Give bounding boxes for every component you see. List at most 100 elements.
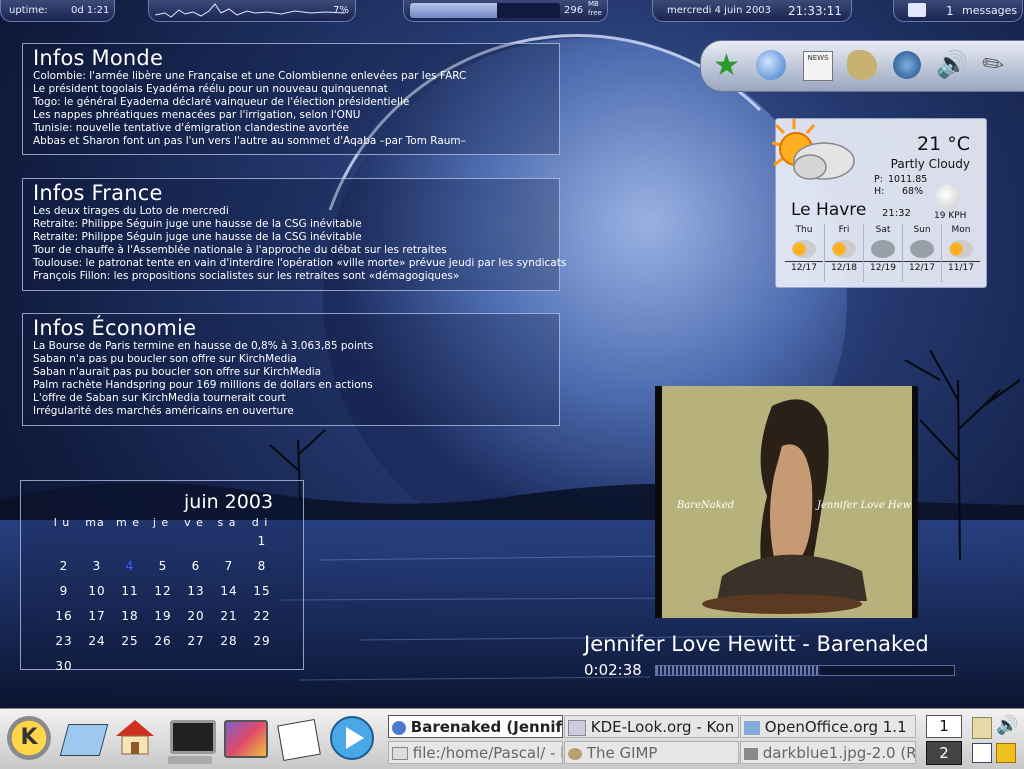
image-icon	[744, 747, 758, 760]
forecast-day: Sat 12/19	[863, 224, 902, 282]
gimp-icon[interactable]	[847, 50, 877, 80]
rain-cloud-icon	[910, 240, 934, 258]
calendar-tray-icon[interactable]	[972, 743, 992, 763]
calendar-day[interactable]: 27	[181, 634, 211, 648]
news-headline[interactable]: Retraite: Philippe Séguin juge une hauss…	[33, 231, 549, 244]
forecast-temps: 12/17	[903, 261, 941, 275]
speaker-icon[interactable]: 🔊	[936, 50, 968, 80]
star-app-icon[interactable]: ★	[713, 49, 740, 83]
calendar-title[interactable]: juin 2003	[184, 491, 273, 513]
calendar-day[interactable]: 22	[247, 609, 277, 623]
forecast-day: Mon 11/17	[941, 224, 980, 282]
cpu-monitor: 7%	[148, 0, 356, 22]
news-headline[interactable]: Les deux tirages du Loto de mercredi	[33, 205, 549, 218]
notification-icon[interactable]	[996, 743, 1016, 763]
task-label: file:/home/Pascal/ - k	[412, 744, 563, 762]
calendar-day[interactable]: 3	[82, 559, 112, 573]
volume-icon[interactable]: 🔊	[996, 715, 1018, 736]
news-headline[interactable]: L'offre de Saban sur KirchMedia tournera…	[33, 392, 549, 405]
news-headline[interactable]: Les nappes phréatiques menacées par l'ir…	[33, 109, 549, 122]
messages-indicator[interactable]: 1 messages	[893, 0, 1023, 22]
forecast-temps: 12/18	[825, 261, 863, 275]
track-elapsed: 0:02:38	[584, 661, 642, 679]
calendar-day[interactable]: 2	[49, 559, 79, 573]
forecast-day-name: Thu	[795, 225, 813, 235]
calendar-day[interactable]: 29	[247, 634, 277, 648]
calendar-day[interactable]: 18	[115, 609, 145, 623]
task-button[interactable]: The GIMP	[564, 741, 739, 764]
calendar-day[interactable]: 7	[214, 559, 244, 573]
calendar-day[interactable]: 9	[49, 584, 79, 598]
news-headline[interactable]: François Fillon: les propositions social…	[33, 270, 549, 283]
calendar-day[interactable]: 13	[181, 584, 211, 598]
folder-icon	[392, 747, 408, 760]
task-button[interactable]: KDE-Look.org - Kon	[564, 715, 739, 738]
humidity-value: 68%	[902, 186, 924, 197]
news-headline[interactable]: Saban n'a pas pu boucler son offre sur K…	[33, 353, 549, 366]
calendar-day[interactable]: 5	[148, 559, 178, 573]
calendar-day[interactable]: 1	[247, 534, 277, 548]
weather-widget[interactable]: 21 °C Partly Cloudy P: 1011.85 H: 68% Le…	[771, 118, 987, 288]
news-headline[interactable]: Tour de chauffe à l'Assemblée nationale …	[33, 244, 549, 257]
calendar-day[interactable]: 21	[214, 609, 244, 623]
media-play-icon[interactable]	[328, 714, 378, 764]
calendar-day[interactable]: 28	[214, 634, 244, 648]
calendar-day[interactable]: 6	[181, 559, 211, 573]
uptime-monitor: uptime: 0d 1:21	[0, 0, 115, 22]
calendar-day[interactable]: 26	[148, 634, 178, 648]
calendar-day[interactable]: 25	[115, 634, 145, 648]
calendar-day[interactable]: 30	[49, 659, 79, 673]
news-icon[interactable]: NEWS	[803, 51, 833, 81]
clock-date: mercredi 4 juin 2003	[667, 5, 772, 16]
globe-icon[interactable]	[756, 50, 786, 80]
hat-icon[interactable]	[893, 51, 921, 79]
calendar-day[interactable]: 19	[148, 609, 178, 623]
calendar-day[interactable]: 14	[214, 584, 244, 598]
calendar-day[interactable]: 15	[247, 584, 277, 598]
calendar-day[interactable]: 10	[82, 584, 112, 598]
kde-menu-icon[interactable]: K	[5, 714, 55, 764]
news-headline[interactable]: Retraite: Philippe Séguin juge une hauss…	[33, 218, 549, 231]
calendar-day[interactable]: 24	[82, 634, 112, 648]
calendar-day[interactable]: 16	[49, 609, 79, 623]
task-button[interactable]: OpenOffice.org 1.1	[740, 715, 916, 738]
news-headline[interactable]: Colombie: l'armée libère une Française e…	[33, 70, 549, 83]
news-headline[interactable]: Tunisie: nouvelle tentative d'émigration…	[33, 122, 549, 135]
weekday-label: j e	[152, 516, 170, 529]
task-button[interactable]: darkblue1.jpg-2.0 (R	[740, 741, 916, 764]
seek-bar[interactable]	[655, 665, 955, 676]
news-headline[interactable]: La Bourse de Paris termine en hausse de …	[33, 340, 549, 353]
desktop-pager-2[interactable]: 2	[926, 741, 962, 765]
news-headline[interactable]: Saban n'aurait pas pu boucler son offre …	[33, 366, 549, 379]
calendar-day[interactable]: 23	[49, 634, 79, 648]
calendar-day[interactable]: 20	[181, 609, 211, 623]
kwrite-icon[interactable]	[58, 714, 109, 764]
konsole-tools-icon[interactable]	[220, 714, 270, 764]
news-headline[interactable]: Toulouse: le patronat tente en vain d'in…	[33, 257, 566, 270]
weather-condition: Partly Cloudy	[890, 157, 970, 171]
sun-cloud-icon	[949, 240, 973, 258]
feather-icon[interactable]: ✎	[976, 46, 1012, 85]
calendar-day[interactable]: 12	[148, 584, 178, 598]
calendar-day[interactable]: 11	[115, 584, 145, 598]
notes-icon[interactable]	[274, 714, 324, 764]
pressure-label: P:	[874, 174, 883, 185]
news-headline[interactable]: Le président togolais Eyadéma réélu pour…	[33, 83, 549, 96]
news-headline[interactable]: Togo: le général Eyadema déclaré vainque…	[33, 96, 549, 109]
calendar-day[interactable]: 8	[247, 559, 277, 573]
task-button[interactable]: Barenaked (Jennifer	[388, 715, 563, 738]
klipper-icon[interactable]	[972, 717, 992, 739]
news-headline[interactable]: Irrégularité des marchés américains en o…	[33, 405, 549, 418]
calendar-day[interactable]: 4	[115, 559, 145, 573]
home-icon[interactable]	[112, 714, 162, 764]
calendar-day[interactable]: 17	[82, 609, 112, 623]
terminal-icon[interactable]	[166, 714, 216, 764]
desktop-pager-1[interactable]: 1	[926, 715, 962, 738]
task-button[interactable]: file:/home/Pascal/ - k	[388, 741, 563, 764]
cpu-percent: 7%	[333, 5, 349, 16]
clock[interactable]: mercredi 4 juin 2003 21:33:11	[652, 0, 852, 22]
news-headline[interactable]: Palm rachète Handspring pour 169 million…	[33, 379, 549, 392]
system-tray: 🔊	[968, 713, 1022, 767]
news-headline[interactable]: Abbas et Sharon font un pas l'un vers l'…	[33, 135, 549, 148]
album-cover[interactable]: BareNaked Jennifer Love Hewitt	[655, 386, 918, 618]
